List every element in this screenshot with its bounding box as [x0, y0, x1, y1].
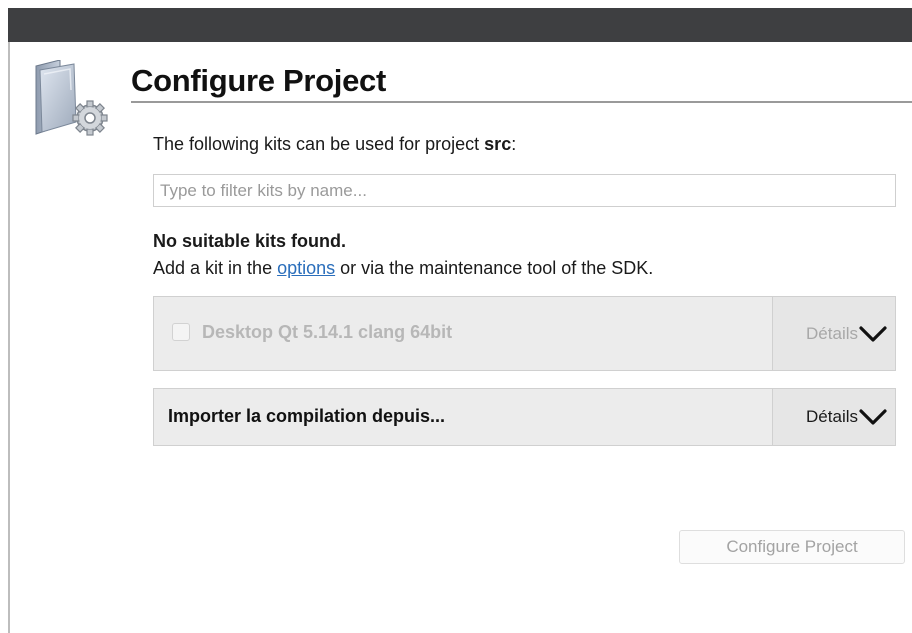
details-label: Détails — [806, 323, 858, 343]
title-divider — [131, 101, 912, 103]
kit-panel: Desktop Qt 5.14.1 clang 64bit Détails — [153, 296, 896, 371]
page-title: Configure Project — [131, 63, 386, 98]
kits-intro-text: The following kits can be used for proje… — [153, 134, 516, 155]
window-titlebar — [8, 8, 912, 42]
details-label: Détails — [806, 407, 858, 426]
window-left-border — [8, 42, 10, 633]
intro-prefix: The following kits can be used for proje… — [153, 134, 485, 154]
chevron-down-icon — [859, 325, 887, 342]
hint-prefix: Add a kit in the — [153, 258, 278, 278]
kit-checkbox[interactable] — [172, 323, 190, 341]
folder-with-gear-icon — [30, 59, 110, 140]
project-name: src — [484, 134, 512, 154]
hint-suffix: or via the maintenance tool of the SDK. — [335, 258, 654, 278]
kit-filter-input[interactable] — [153, 174, 896, 207]
chevron-down-icon — [859, 409, 887, 425]
import-build-label: Importer la compilation depuis... — [168, 406, 446, 426]
no-kits-heading: No suitable kits found. — [153, 231, 347, 251]
options-link[interactable]: options — [277, 258, 335, 278]
configure-project-button[interactable]: Configure Project — [679, 530, 905, 564]
kit-name: Desktop Qt 5.14.1 clang 64bit — [202, 322, 453, 342]
kit-details-button[interactable]: Détails — [772, 297, 895, 370]
intro-suffix: : — [511, 134, 517, 154]
import-details-button[interactable]: Détails — [772, 389, 895, 445]
add-kit-hint: Add a kit in the options or via the main… — [153, 258, 653, 279]
import-build-panel: Importer la compilation depuis... Détail… — [153, 388, 896, 446]
